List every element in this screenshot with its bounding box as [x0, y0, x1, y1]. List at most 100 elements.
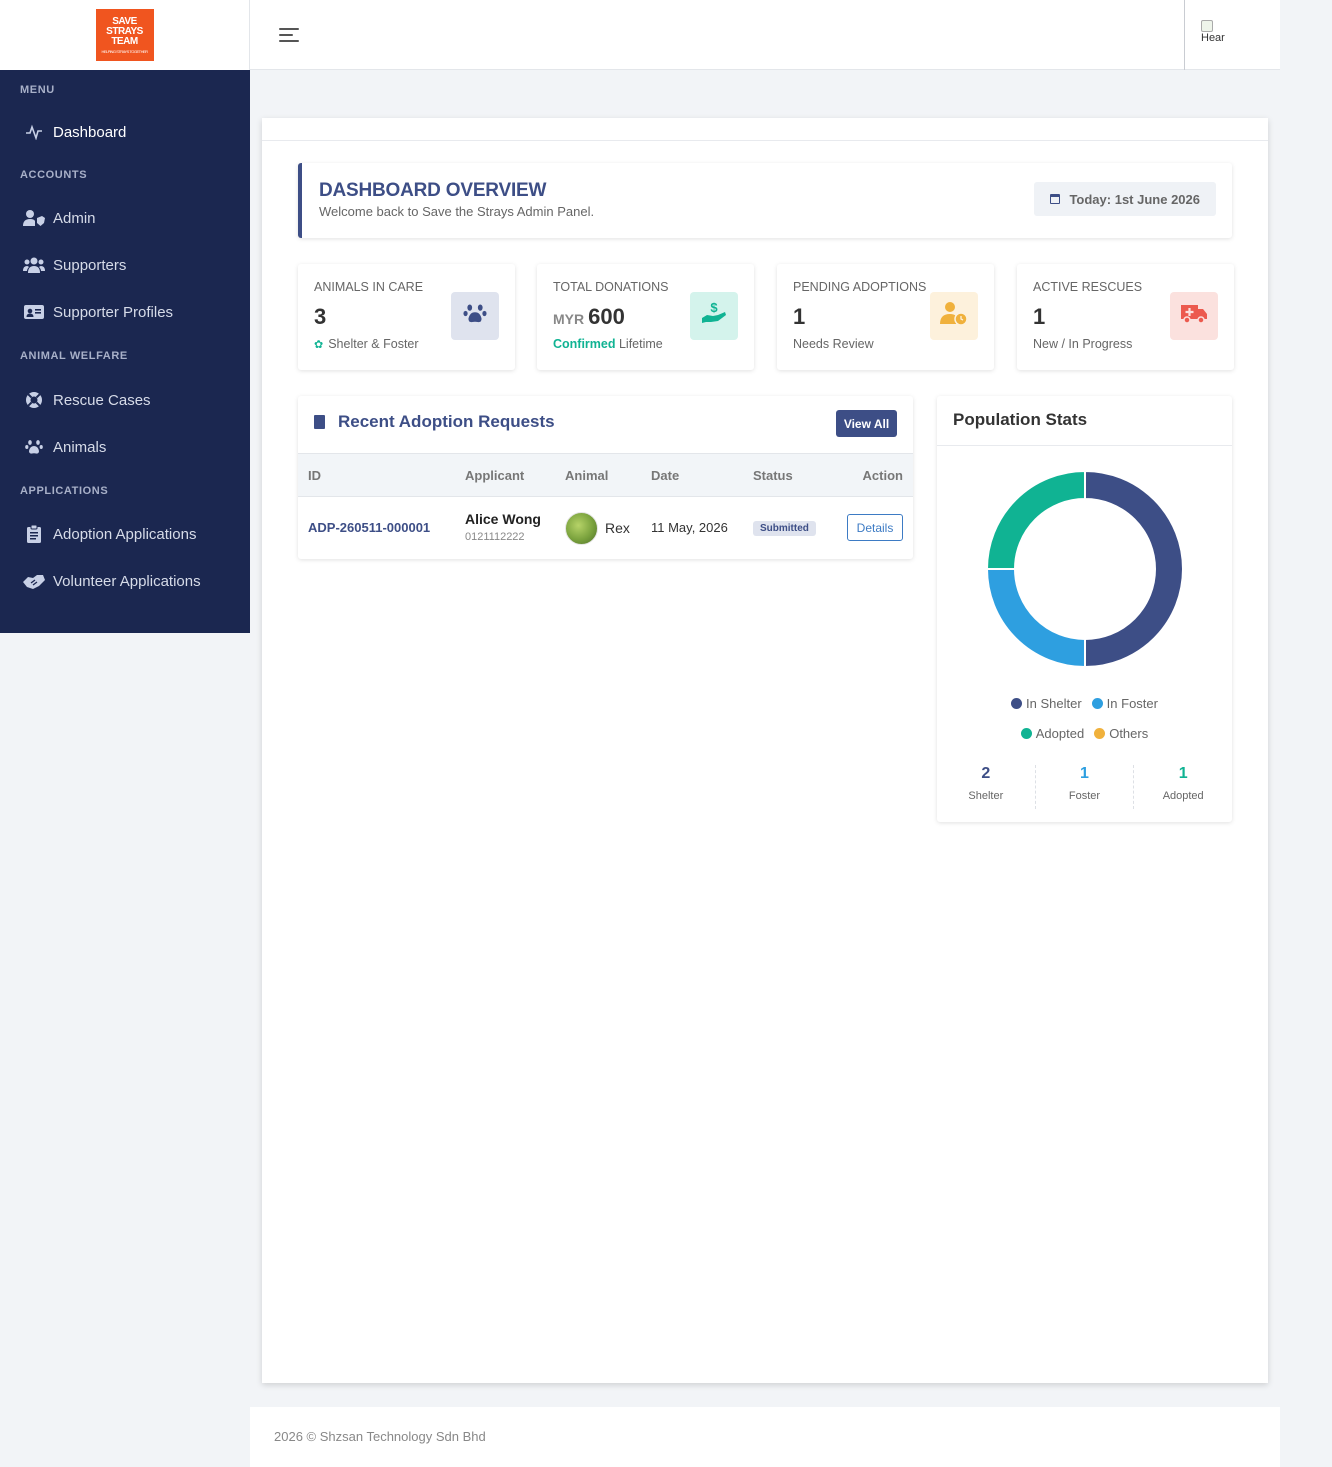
logo-tagline: HELPING STRAYS TOGETHER: [101, 48, 148, 54]
paw-icon: [463, 303, 487, 330]
population-donut-chart: [986, 470, 1184, 668]
count-label: Adopted: [1162, 790, 1204, 802]
legend-in-shelter[interactable]: In Shelter: [1011, 696, 1082, 711]
logo-line-2: STRAYS: [106, 25, 143, 37]
avatar[interactable]: Hear: [1201, 20, 1233, 50]
section-animal-welfare: ANIMAL WELFARE: [20, 350, 128, 362]
col-applicant[interactable]: Applicant: [465, 468, 524, 483]
sidebar-item-adoption-applications[interactable]: Adoption Applications: [0, 514, 250, 554]
page-title: DASHBOARD OVERVIEW: [319, 180, 547, 201]
col-date[interactable]: Date: [651, 468, 679, 483]
legend-adopted[interactable]: Adopted: [1020, 726, 1085, 741]
count-value: 2: [981, 765, 991, 782]
today-badge: Today: 1st June 2026: [1034, 182, 1216, 216]
profile-menu[interactable]: Hear: [1184, 0, 1280, 70]
section-accounts: ACCOUNTS: [20, 169, 88, 181]
sidebar-item-label: Volunteer Applications: [53, 572, 201, 590]
view-all-button[interactable]: View All: [836, 410, 897, 437]
recent-title: Recent Adoption Requests: [338, 412, 555, 431]
row-id[interactable]: ADP-260511-000001: [308, 520, 430, 535]
id-card-icon: [23, 301, 45, 323]
copyright-text: 2026 © Shzsan Technology Sdn Bhd: [274, 1429, 486, 1444]
sidebar-item-admin[interactable]: Admin: [0, 198, 250, 238]
stat-amount: 600: [588, 304, 625, 329]
broken-image-icon: [1201, 20, 1213, 32]
footer: 2026 © Shzsan Technology Sdn Bhd: [250, 1407, 1280, 1467]
population-title: Population Stats: [953, 410, 1088, 429]
legend-label: Adopted: [1035, 726, 1085, 741]
logo-line-3: TEAM: [111, 35, 138, 47]
legend-others[interactable]: Others: [1094, 726, 1148, 741]
sidebar-item-volunteer-applications[interactable]: Volunteer Applications: [0, 561, 250, 601]
count-value: 1: [1178, 765, 1188, 782]
hand-dollar-icon: $: [701, 300, 727, 332]
legend-row-1: In Shelter In Foster: [937, 696, 1232, 711]
sidebar-item-label: Dashboard: [53, 123, 127, 141]
details-button[interactable]: Details: [847, 514, 903, 541]
stat-value: 1: [793, 304, 806, 329]
stat-icon-box: $: [690, 292, 738, 340]
activity-icon: [23, 121, 45, 143]
legend-in-foster[interactable]: In Foster: [1091, 696, 1158, 711]
sidebar-item-label: Admin: [53, 209, 96, 227]
stat-sub: Confirmed Lifetime: [553, 337, 663, 351]
legend-row-2: Adopted Others: [937, 726, 1232, 741]
overview-banner: DASHBOARD OVERVIEW Welcome back to Save …: [298, 163, 1232, 238]
logo-area[interactable]: SAVE STRAYS TEAM HELPING STRAYS TOGETHER: [0, 0, 250, 70]
sidebar-item-label: Supporters: [53, 256, 127, 274]
svg-text:$: $: [710, 300, 718, 315]
stat-icon-box: [451, 292, 499, 340]
count-label: Shelter: [968, 790, 1004, 802]
donut-segment-adopted[interactable]: [986, 470, 1086, 570]
sidebar-item-supporter-profiles[interactable]: Supporter Profiles: [0, 292, 250, 332]
section-menu: MENU: [20, 84, 55, 96]
col-animal[interactable]: Animal: [565, 468, 608, 483]
legend-label: In Shelter: [1026, 696, 1082, 711]
leaf-icon: ✿: [314, 339, 324, 351]
stat-sub: New / In Progress: [1033, 337, 1133, 351]
recent-adoption-requests: Recent Adoption Requests View All ID App…: [298, 396, 913, 559]
stat-label: ANIMALS IN CARE: [314, 280, 424, 294]
count-value: 1: [1080, 765, 1089, 782]
donut-segment-in-foster[interactable]: [986, 568, 1086, 668]
today-text: Today: 1st June 2026: [1069, 191, 1200, 207]
sidebar-item-rescue-cases[interactable]: Rescue Cases: [0, 380, 250, 420]
stat-active-rescues: ACTIVE RESCUES 1 New / In Progress: [1017, 264, 1234, 370]
status-badge: Submitted: [753, 521, 816, 536]
stat-icon-box: [1170, 292, 1218, 340]
stat-icon-box: [930, 292, 978, 340]
stat-label: ACTIVE RESCUES: [1033, 280, 1143, 294]
handshake-icon: [23, 570, 45, 592]
count-shelter: 2 Shelter: [937, 765, 1036, 809]
legend-label: In Foster: [1106, 696, 1158, 711]
menu-toggle-icon[interactable]: [279, 28, 299, 46]
col-status[interactable]: Status: [753, 468, 793, 483]
stat-sub-highlight: Confirmed: [553, 337, 616, 351]
stat-sub-text: Shelter & Foster: [328, 337, 419, 351]
clipboard-icon: [23, 523, 45, 545]
sidebar-item-label: Animals: [53, 438, 107, 456]
stat-pending-adoptions: PENDING ADOPTIONS 1 Needs Review: [777, 264, 994, 370]
count-label: Foster: [1068, 790, 1101, 802]
table-row: ADP-260511-000001 Alice Wong 0121112222 …: [298, 497, 913, 559]
stat-value: MYR 600: [553, 304, 625, 330]
sidebar-item-animals[interactable]: Animals: [0, 427, 250, 467]
sidebar-item-label: Rescue Cases: [53, 391, 151, 409]
ambulance-icon: [1180, 302, 1208, 330]
animal-thumbnail: [565, 512, 598, 545]
stat-sub: ✿ Shelter & Foster: [314, 337, 419, 351]
col-action[interactable]: Action: [863, 468, 903, 483]
donut-segment-in-shelter[interactable]: [1084, 470, 1184, 668]
population-counts: 2 Shelter 1 Foster 1 Adopted: [937, 765, 1232, 809]
col-id[interactable]: ID: [308, 468, 321, 483]
sidebar: MENU Dashboard ACCOUNTS Admin Supporters…: [0, 70, 250, 633]
life-ring-icon: [23, 389, 45, 411]
save-strays-logo[interactable]: SAVE STRAYS TEAM HELPING STRAYS TOGETHER: [95, 9, 154, 61]
sidebar-item-dashboard[interactable]: Dashboard: [0, 112, 250, 152]
row-date: 11 May, 2026: [651, 520, 728, 535]
stat-label: PENDING ADOPTIONS: [793, 280, 927, 294]
section-applications: APPLICATIONS: [20, 485, 109, 497]
count-adopted: 1 Adopted: [1134, 765, 1232, 809]
table-header: ID Applicant Animal Date Status Action: [298, 453, 913, 497]
sidebar-item-supporters[interactable]: Supporters: [0, 245, 250, 285]
